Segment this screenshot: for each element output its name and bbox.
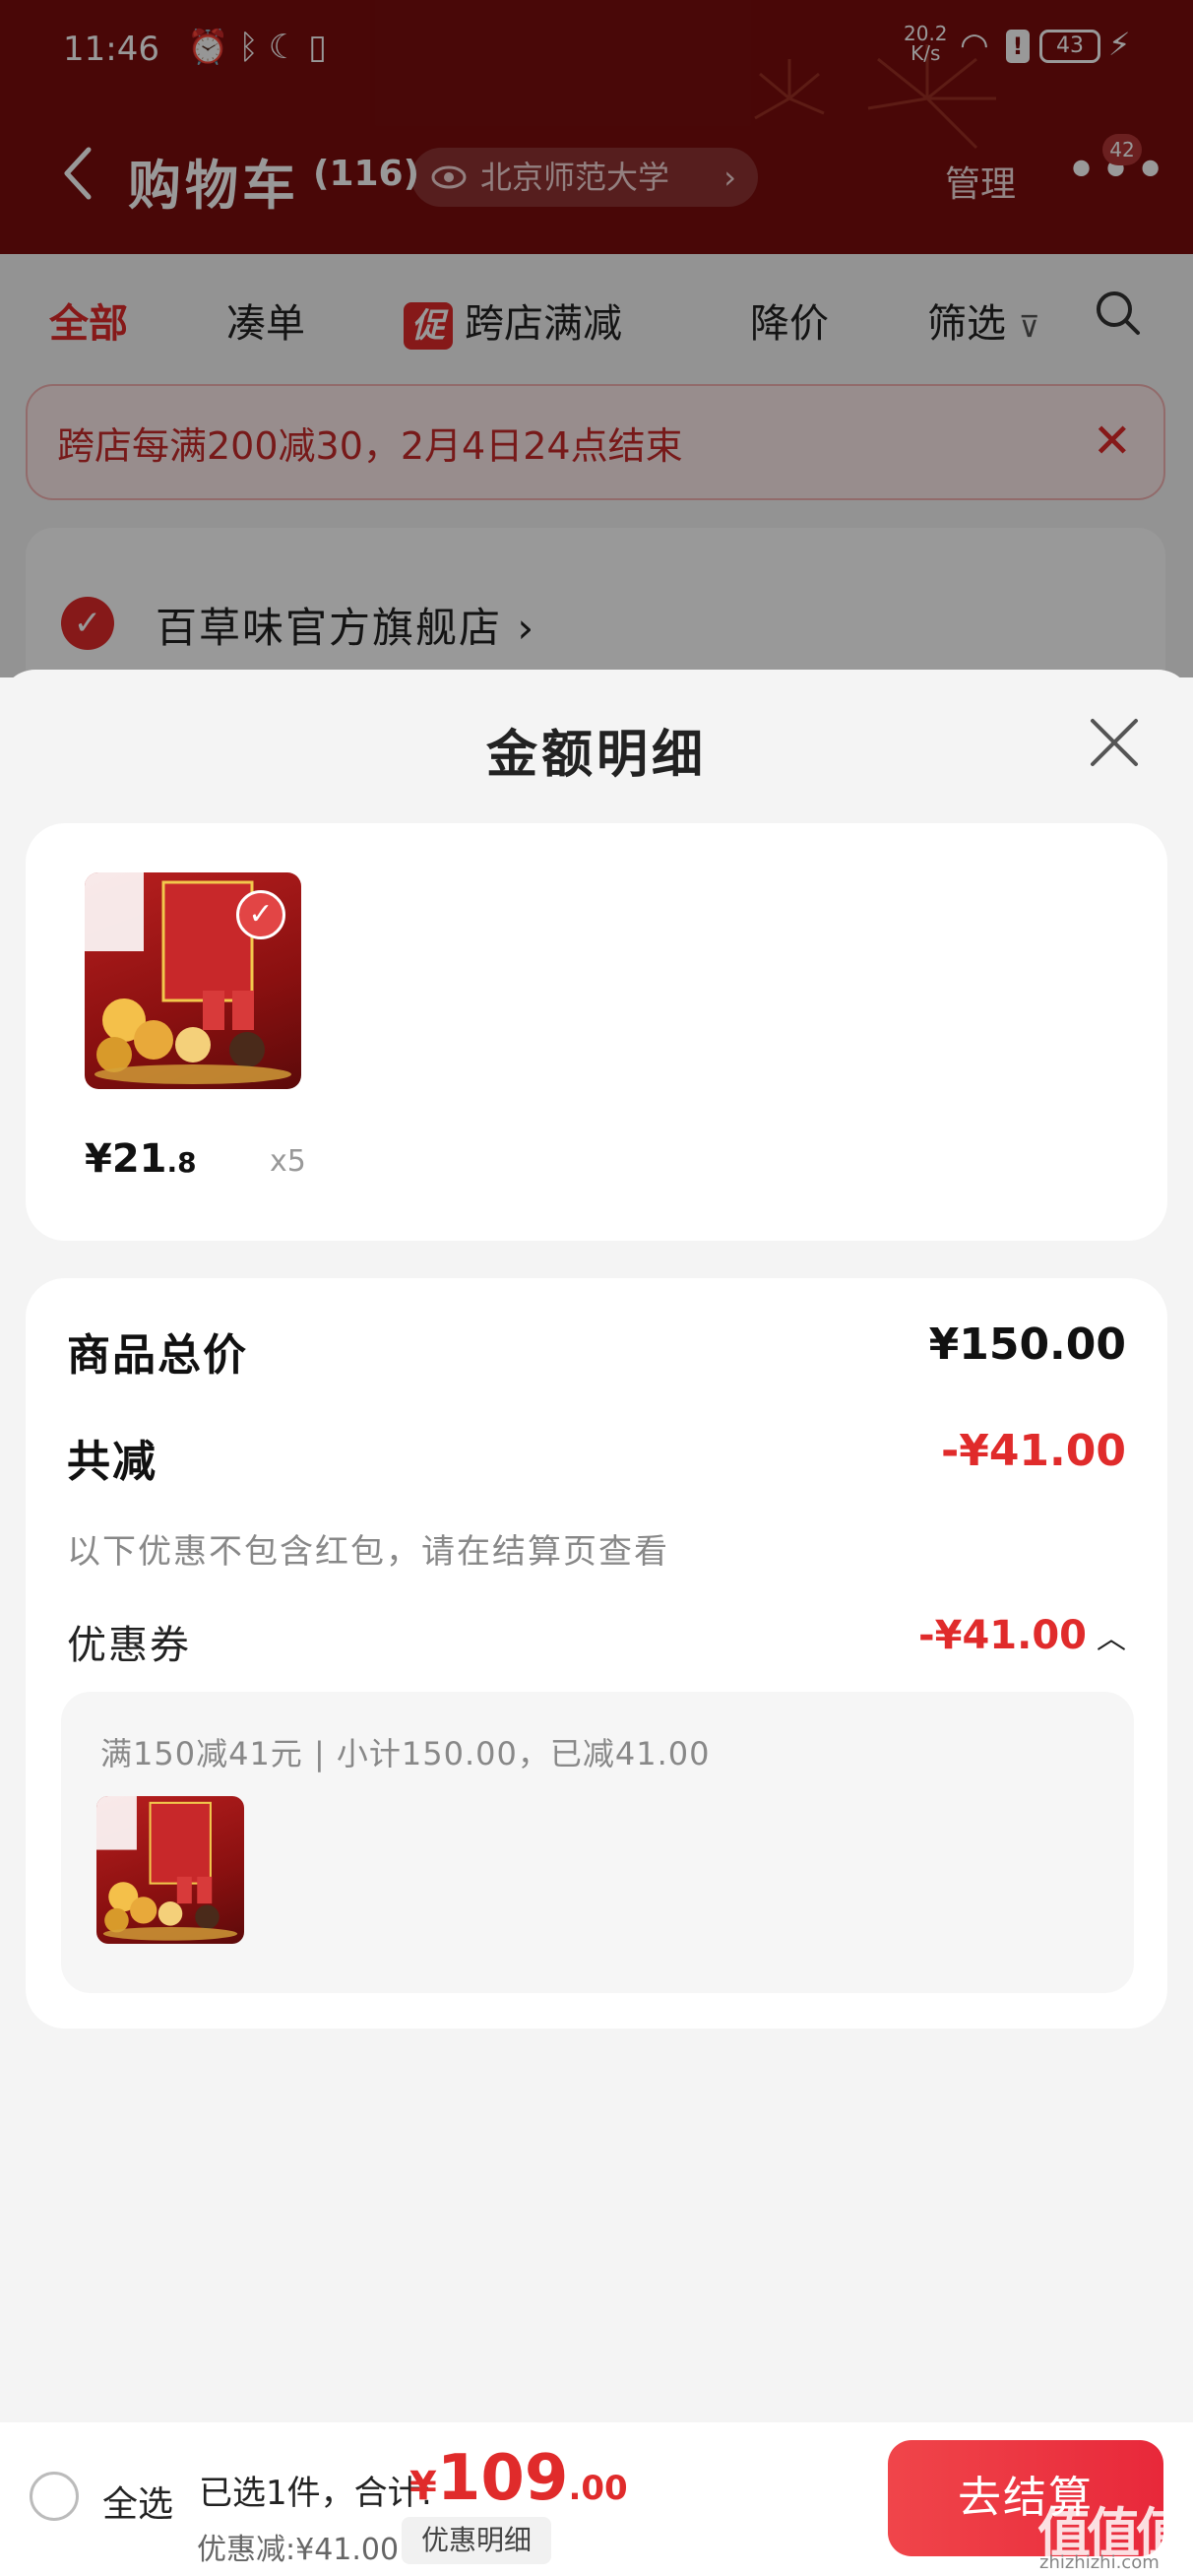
promo-notice: 跨店每满200减30，2月4日24点结束 ✕ bbox=[26, 384, 1165, 500]
coupon-toggle[interactable]: -¥41.00 ︿ bbox=[918, 1613, 1126, 1658]
tab-all[interactable]: 全部 bbox=[49, 291, 128, 349]
cart-count: (116) bbox=[313, 154, 420, 194]
select-all-label[interactable]: 全选 bbox=[102, 2476, 173, 2527]
close-icon[interactable] bbox=[1087, 715, 1142, 770]
selected-summary: 已选1件，合计: bbox=[199, 2474, 433, 2513]
amount-detail-sheet: 金额明细 ✓ ¥21.8 x5 商品总价 ¥150.00 共减 -¥41.00 … bbox=[0, 670, 1193, 2422]
alert-icon: ! bbox=[1006, 30, 1030, 63]
location-text: 北京师范大学 bbox=[480, 159, 670, 196]
discount-detail-button[interactable]: 优惠明细 bbox=[402, 2517, 552, 2564]
status-bar: 11:46 ⏰ᛒ☾▯ 20.2 K/s ◠ ! 43 ⚡ bbox=[0, 0, 1193, 98]
location-chip[interactable]: 北京师范大学 › bbox=[411, 148, 758, 207]
coupon-product-image bbox=[96, 1796, 244, 1944]
charging-icon: ⚡ bbox=[1108, 26, 1131, 63]
moon-icon: ☾ bbox=[268, 28, 309, 67]
manage-button[interactable]: 管理 bbox=[945, 156, 1016, 207]
search-icon[interactable] bbox=[1093, 288, 1142, 337]
status-time: 11:46 bbox=[63, 30, 159, 69]
total-price-symbol: ¥ bbox=[409, 2464, 437, 2509]
watermark-site: zhizhizhi.com bbox=[1039, 2552, 1160, 2573]
top-bar: 11:46 ⏰ᛒ☾▯ 20.2 K/s ◠ ! 43 ⚡ 购物车 (116) 北… bbox=[0, 0, 1193, 254]
page-title: 购物车 bbox=[128, 155, 299, 217]
store-name[interactable]: 百草味官方旗舰店 › bbox=[156, 595, 535, 655]
chevron-right-icon: › bbox=[723, 159, 736, 196]
wifi-icon: ◠ bbox=[960, 26, 989, 65]
promo-tag: 促 bbox=[404, 302, 453, 350]
store-name-text: 百草味官方旗舰店 bbox=[156, 604, 503, 652]
tab-filter[interactable]: 筛选 ⊽ bbox=[927, 291, 1040, 349]
tab-bundle[interactable]: 凑单 bbox=[226, 291, 305, 349]
cart-header: 购物车 (116) 北京师范大学 › 管理 ••• 42 bbox=[0, 128, 1193, 236]
tab-price-drop[interactable]: 降价 bbox=[750, 291, 829, 349]
close-icon[interactable]: ✕ bbox=[1093, 414, 1132, 469]
tab-cross-store-label: 跨店满减 bbox=[465, 301, 622, 347]
battery-icon: 43 bbox=[1039, 30, 1100, 63]
checkmark-icon: ✓ bbox=[236, 890, 285, 939]
message-badge: 42 bbox=[1102, 134, 1142, 165]
sheet-title: 金额明细 bbox=[485, 726, 707, 785]
item-price-dec: .8 bbox=[166, 1146, 197, 1179]
total-value: ¥150.00 bbox=[928, 1320, 1126, 1370]
coupon-product-art bbox=[96, 1796, 238, 1941]
item-price-int: ¥21 bbox=[85, 1136, 167, 1182]
total-price: ¥109.00 bbox=[409, 2442, 628, 2515]
coupon-description: 满150减41元 | 小计150.00，已减41.00 bbox=[100, 1735, 711, 1772]
discount-label: 共减 bbox=[67, 1437, 157, 1487]
cart-page: 全部 凑单 促跨店满减 降价 筛选 ⊽ 跨店每满200减30，2月4日24点结束… bbox=[0, 254, 1193, 725]
total-price-int: 109 bbox=[436, 2442, 569, 2515]
net-speed-value: 20.2 bbox=[904, 22, 948, 45]
tab-filter-label: 筛选 bbox=[927, 301, 1006, 347]
item-quantity: x5 bbox=[270, 1144, 306, 1179]
filter-tabs: 全部 凑单 促跨店满减 降价 筛选 ⊽ bbox=[0, 254, 1193, 382]
total-price-dec: .00 bbox=[568, 2469, 628, 2508]
select-all-checkbox[interactable] bbox=[30, 2472, 79, 2521]
vibrate-icon: ▯ bbox=[308, 28, 337, 67]
eye-icon bbox=[431, 165, 467, 189]
total-label: 商品总价 bbox=[67, 1330, 248, 1381]
back-arrow-icon[interactable] bbox=[59, 144, 98, 203]
coupon-value: -¥41.00 bbox=[918, 1613, 1087, 1658]
bluetooth-icon: ᛒ bbox=[238, 28, 269, 67]
item-price: ¥21.8 bbox=[85, 1136, 197, 1182]
discount-value: -¥41.00 bbox=[940, 1426, 1126, 1476]
network-speed: 20.2 K/s bbox=[904, 24, 948, 63]
discount-note: 以下优惠不包含红包，请在结算页查看 bbox=[67, 1532, 669, 1572]
chevron-up-icon: ︿ bbox=[1097, 1622, 1126, 1656]
coupon-detail-box: 满150减41元 | 小计150.00，已减41.00 bbox=[61, 1692, 1134, 1993]
product-image[interactable]: ✓ bbox=[85, 872, 301, 1089]
checkout-bar: 全选 已选1件，合计: ¥109.00 优惠减:¥41.00 优惠明细 去结算 bbox=[0, 2422, 1193, 2576]
alarm-icon: ⏰ bbox=[187, 28, 239, 67]
net-speed-unit: K/s bbox=[910, 41, 941, 65]
filter-icon: ⊽ bbox=[1018, 310, 1040, 345]
promo-notice-text: 跨店每满200减30，2月4日24点结束 bbox=[57, 424, 683, 468]
price-summary-card: 商品总价 ¥150.00 共减 -¥41.00 以下优惠不包含红包，请在结算页查… bbox=[26, 1278, 1167, 2029]
discount-summary: 优惠减:¥41.00 bbox=[197, 2533, 400, 2567]
selected-items-card: ✓ ¥21.8 x5 bbox=[26, 823, 1167, 1241]
status-icons: ⏰ᛒ☾▯ bbox=[187, 28, 337, 67]
store-checkbox[interactable]: ✓ bbox=[61, 597, 114, 650]
coupon-label: 优惠券 bbox=[67, 1623, 191, 1668]
tab-cross-store[interactable]: 促跨店满减 bbox=[404, 291, 622, 350]
